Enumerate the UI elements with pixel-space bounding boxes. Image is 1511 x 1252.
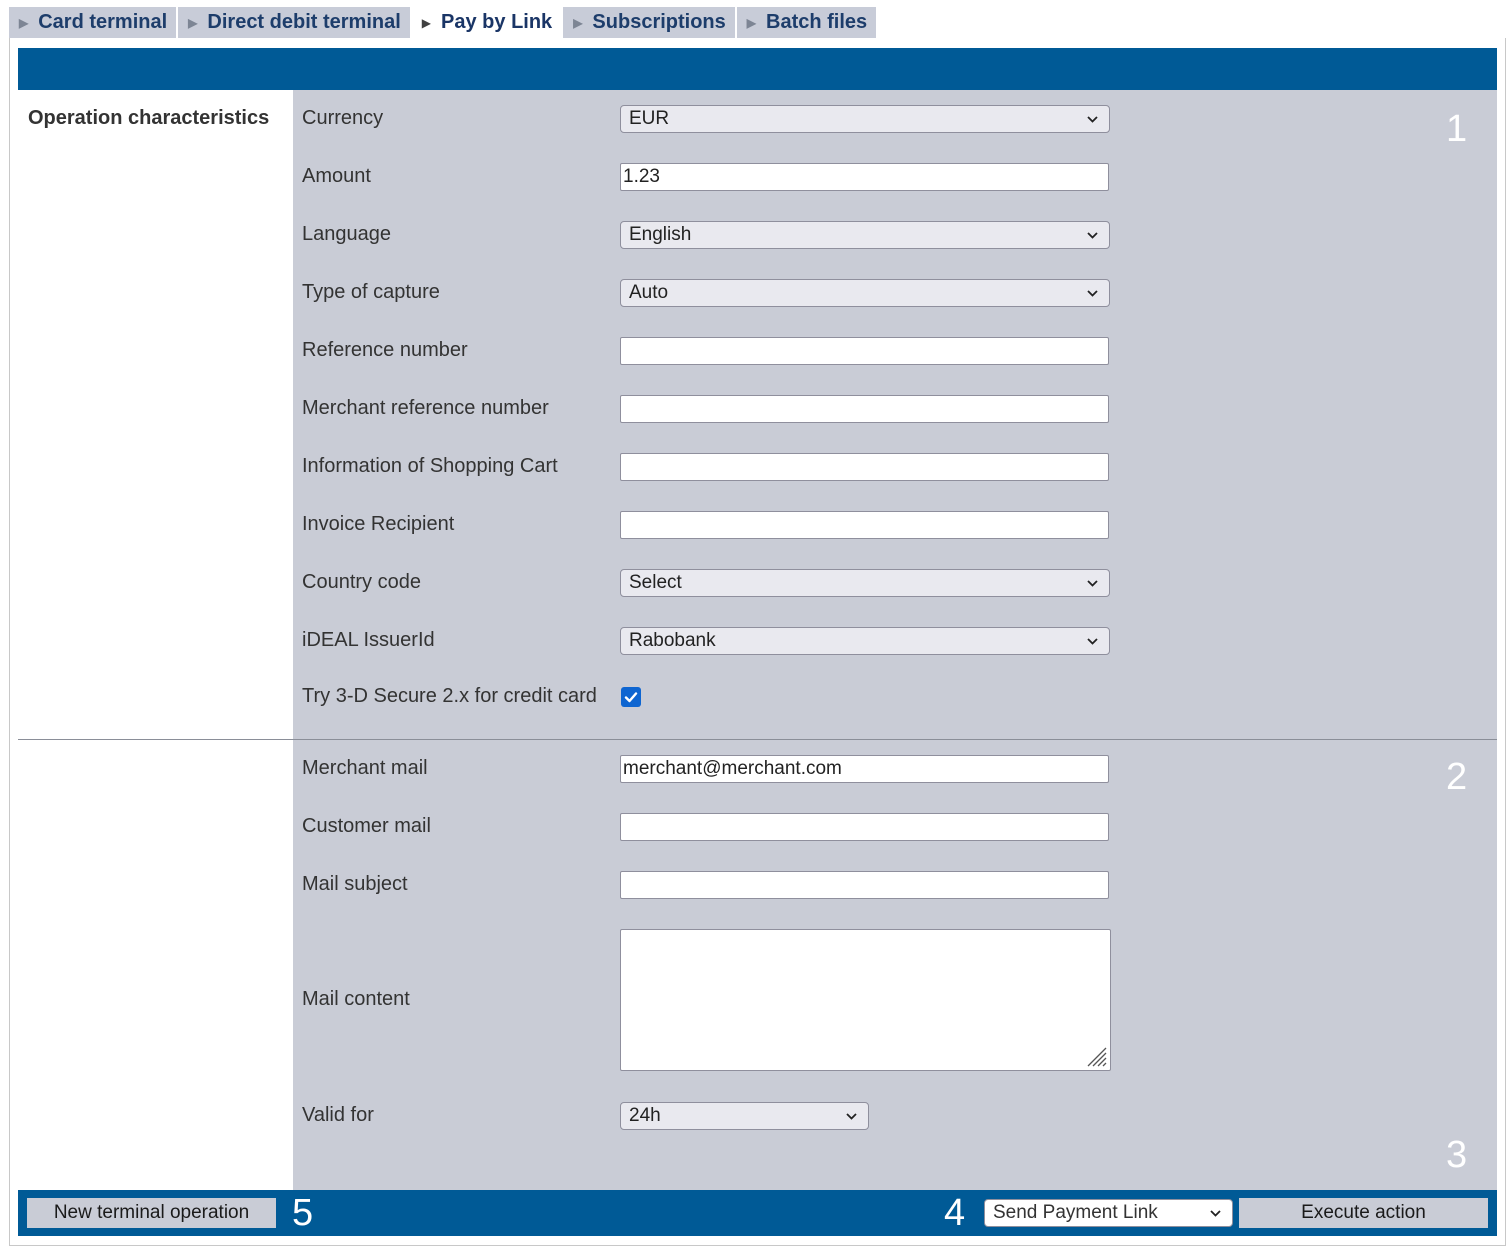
step-number-5: 5	[292, 1192, 314, 1234]
shopping-cart-label: Information of Shopping Cart	[302, 455, 558, 477]
chevron-down-icon	[1086, 284, 1099, 302]
mail-content-label: Mail content	[302, 988, 410, 1010]
language-select[interactable]: English	[620, 221, 1110, 249]
mail-subject-label: Mail subject	[302, 873, 408, 895]
amount-label: Amount	[302, 165, 371, 187]
resize-grip-icon[interactable]	[1085, 1045, 1107, 1067]
action-select-value: Send Payment Link	[993, 1202, 1158, 1223]
tab-label: Subscriptions	[592, 11, 726, 33]
merchant-reference-label: Merchant reference number	[302, 397, 549, 419]
valid-for-value: 24h	[629, 1105, 661, 1126]
merchant-reference-input[interactable]	[620, 395, 1109, 423]
new-terminal-operation-button[interactable]: New terminal operation	[27, 1198, 276, 1228]
secure3d-label: Try 3-D Secure 2.x for credit card	[302, 685, 597, 707]
chevron-down-icon	[1086, 574, 1099, 592]
language-label: Language	[302, 223, 391, 245]
tab-card-terminal[interactable]: ▶ Card terminal	[9, 7, 179, 38]
language-value: English	[629, 224, 692, 245]
valid-for-select[interactable]: 24h	[620, 1102, 869, 1130]
step-number-1: 1	[1446, 108, 1468, 150]
chevron-down-icon	[1086, 110, 1099, 128]
tab-label: Batch files	[766, 11, 868, 33]
currency-label: Currency	[302, 107, 384, 129]
tab-direct-debit-terminal[interactable]: ▶ Direct debit terminal	[178, 7, 412, 38]
step-number-3: 3	[1446, 1134, 1468, 1176]
action-select[interactable]: Send Payment Link	[984, 1199, 1233, 1227]
chevron-down-icon	[1209, 1204, 1222, 1228]
caret-right-icon: ▶	[188, 15, 198, 30]
country-code-select[interactable]: Select	[620, 569, 1110, 597]
caret-right-icon: ▶	[746, 15, 757, 30]
invoice-recipient-label: Invoice Recipient	[302, 513, 455, 535]
tab-pay-by-link[interactable]: ▶ Pay by Link	[411, 7, 564, 38]
chevron-down-icon	[1086, 632, 1099, 650]
merchant-mail-input[interactable]: merchant@merchant.com	[620, 755, 1109, 783]
caret-right-icon: ▶	[19, 15, 29, 30]
section-divider	[18, 739, 1497, 740]
checkmark-icon	[624, 692, 638, 703]
ideal-issuer-label: iDEAL IssuerId	[302, 629, 435, 651]
reference-input[interactable]	[620, 337, 1109, 365]
mail-content-textarea[interactable]	[620, 929, 1111, 1071]
tab-batch-files[interactable]: ▶ Batch files	[736, 7, 879, 38]
customer-mail-input[interactable]	[620, 813, 1109, 841]
caret-right-icon: ▶	[573, 15, 583, 30]
currency-value: EUR	[629, 108, 670, 129]
tab-subscriptions[interactable]: ▶ Subscriptions	[563, 7, 737, 38]
customer-mail-label: Customer mail	[302, 815, 431, 837]
chevron-down-icon	[1086, 226, 1099, 244]
country-code-value: Select	[629, 572, 682, 593]
section-sidebar	[18, 90, 293, 1190]
reference-label: Reference number	[302, 339, 468, 361]
currency-select[interactable]: EUR	[620, 105, 1110, 133]
merchant-mail-label: Merchant mail	[302, 757, 428, 779]
chevron-down-icon	[845, 1107, 858, 1125]
capture-label: Type of capture	[302, 281, 440, 303]
tab-label: Card terminal	[38, 11, 168, 33]
step-number-4: 4	[944, 1192, 966, 1234]
step-number-2: 2	[1446, 756, 1468, 798]
secure3d-checkbox[interactable]	[621, 687, 641, 707]
section-title: Operation characteristics	[28, 107, 270, 129]
capture-select[interactable]: Auto	[620, 279, 1110, 307]
shopping-cart-input[interactable]	[620, 453, 1109, 481]
country-code-label: Country code	[302, 571, 421, 593]
valid-for-label: Valid for	[302, 1104, 374, 1126]
amount-input[interactable]: 1.23	[620, 163, 1109, 191]
mail-subject-input[interactable]	[620, 871, 1109, 899]
header-bar	[18, 48, 1497, 90]
invoice-recipient-input[interactable]	[620, 511, 1109, 539]
execute-action-button[interactable]: Execute action	[1239, 1198, 1488, 1228]
capture-value: Auto	[629, 282, 669, 303]
ideal-issuer-select[interactable]: Rabobank	[620, 627, 1110, 655]
tab-label: Direct debit terminal	[207, 11, 401, 33]
tab-bar: ▶ Card terminal ▶ Direct debit terminal …	[9, 7, 879, 38]
ideal-issuer-value: Rabobank	[629, 630, 716, 651]
tab-label: Pay by Link	[441, 11, 553, 33]
caret-right-icon: ▶	[421, 15, 432, 30]
